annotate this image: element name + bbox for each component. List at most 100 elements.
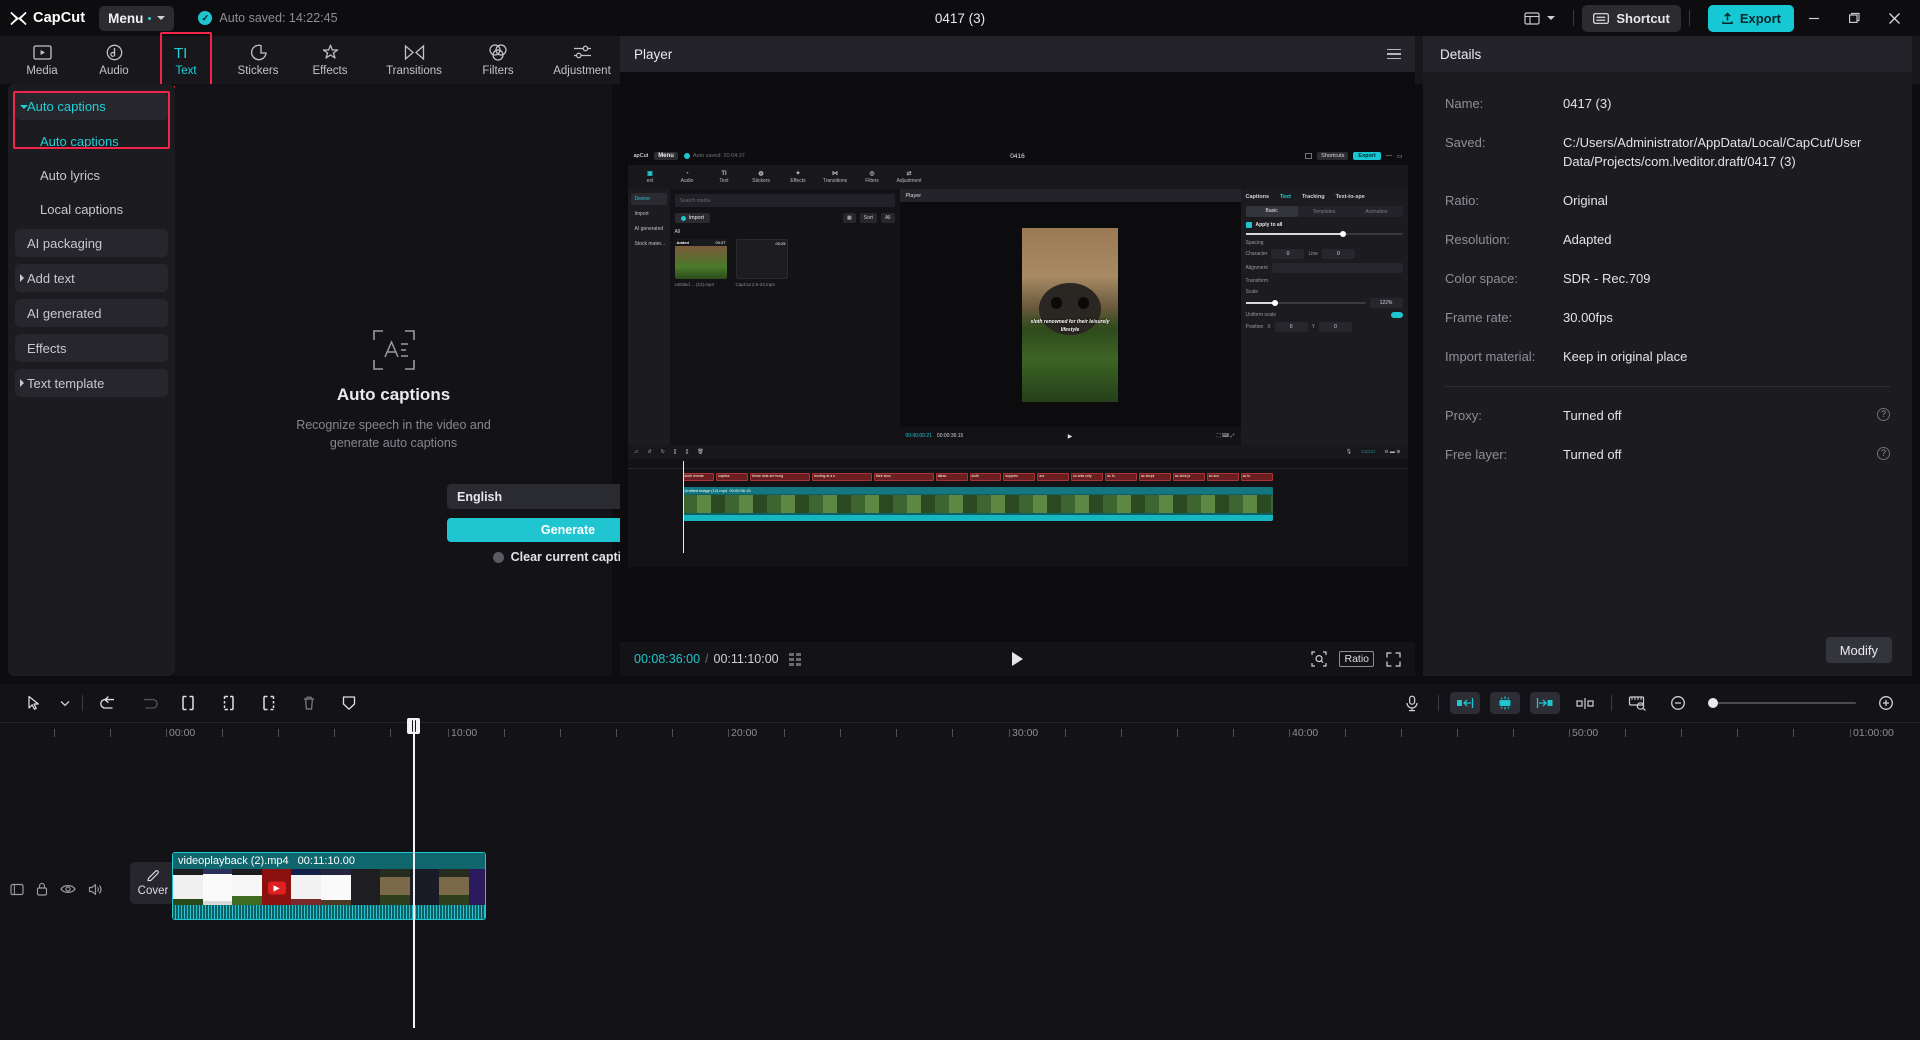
details-row-saved: Saved: C:/Users/Administrator/AppData/Lo… [1445,133,1890,171]
modify-button[interactable]: Modify [1826,637,1892,663]
sidebar-item-auto-lyrics[interactable]: Auto lyrics [15,161,168,189]
clear-captions-radio[interactable] [493,552,504,563]
details-row-proxy: Proxy: Turned off ? [1445,406,1890,425]
app-logo: CapCut [10,10,85,26]
sidebar-item-local-captions[interactable]: Local captions [15,195,168,223]
frame-grid-icon[interactable] [789,653,801,666]
sidebar-item-ai-packaging[interactable]: AI packaging [15,229,168,257]
clip-header: videoplayback (2).mp4 00:11:10.00 [173,853,485,869]
sidebar-item-label: Local captions [40,202,123,217]
nested-playhead [683,461,684,553]
split-right-icon[interactable] [249,684,289,722]
app-name: CapCut [33,10,85,26]
ruler-tick: 10:00 [451,727,477,739]
title-bar: CapCut Menu ✓ Auto saved: 14:22:45 0417 … [0,0,1920,36]
nested-spacing-row: Character 0 Line 0 [1246,249,1403,259]
undo-icon[interactable] [89,684,129,722]
nested-play-icon: ▶ [900,433,1241,440]
maximize-button[interactable] [1834,0,1874,36]
sidebar-item-auto-captions[interactable]: Auto captions [15,127,168,155]
freeze-icon[interactable] [329,684,369,722]
media-icon [33,43,52,63]
zoom-out-icon[interactable] [1658,684,1698,722]
export-label: Export [1740,11,1781,26]
tool-dropdown-icon[interactable] [54,684,76,722]
shortcut-button[interactable]: Shortcut [1582,5,1680,32]
nested-media-caption: Untitled ... (12).mp4 [675,282,727,287]
nested-import-button: Import [675,213,711,223]
snap-left-icon[interactable] [1450,692,1480,714]
tab-media[interactable]: Media [6,38,78,82]
select-tool-icon[interactable] [14,684,54,722]
effects-icon [321,43,340,63]
zoom-slider[interactable] [1708,702,1856,704]
layout-button[interactable] [1514,4,1565,32]
track-lock-toggle-icon[interactable] [10,883,24,896]
preview-ruler-icon[interactable] [1618,684,1658,722]
ruler-tick: 50:00 [1572,727,1598,739]
fullscreen-icon[interactable] [1386,652,1401,667]
zoom-in-icon[interactable] [1866,684,1906,722]
nested-character-value: 0 [1271,249,1304,259]
details-value: Keep in original place [1563,347,1890,366]
nested-color-slider [1246,233,1403,235]
sidebar-item-auto-captions-group[interactable]: Auto captions [15,92,168,120]
delete-icon[interactable] [289,684,329,722]
nested-player: Player sloth renowned for their leisurel… [900,189,1241,445]
volume-icon[interactable] [88,883,103,896]
snap-right-icon[interactable] [1530,692,1560,714]
tab-audio[interactable]: Audio [78,38,150,82]
tab-stickers[interactable]: Stickers [222,38,294,82]
help-icon[interactable]: ? [1877,408,1890,421]
close-button[interactable] [1874,0,1914,36]
tab-effects[interactable]: Effects [294,38,366,82]
chevron-right-icon [20,379,24,387]
timeline-clip[interactable]: videoplayback (2).mp4 00:11:10.00 ▶ [172,852,486,920]
chevron-down-icon [1547,16,1555,20]
tab-filters[interactable]: Filters [462,38,534,82]
ratio-button[interactable]: Ratio [1339,651,1374,667]
play-icon[interactable] [1012,652,1023,666]
tab-text[interactable]: TI Text [150,38,222,82]
nested-search-input: Search media [675,194,895,207]
filters-icon [488,43,508,63]
nested-sort-button: Sort [860,213,877,223]
split-left-icon[interactable] [169,684,209,722]
check-icon: ✓ [198,11,212,25]
microphone-icon[interactable] [1392,684,1432,722]
zoom-slider-knob[interactable] [1708,698,1718,708]
sidebar-item-add-text[interactable]: Add text [15,264,168,292]
nested-line-label: Line [1308,251,1317,257]
menu-button[interactable]: Menu [99,6,174,31]
clip-thumb [469,869,485,907]
sidebar-item-text-template[interactable]: Text template [15,369,168,397]
snap-center-icon[interactable] [1490,692,1520,714]
timeline-ruler[interactable]: 00:00 10:00 20:00 30:00 40:00 50:00 01:0… [0,722,1920,744]
nested-inspector-tabs: Captions Text Tracking Text-to-spe [1246,194,1403,200]
sidebar-item-ai-generated[interactable]: AI generated [15,299,168,327]
nested-delete-icon: 🗑 [697,449,703,455]
help-icon[interactable]: ? [1877,447,1890,460]
export-button[interactable]: Export [1708,5,1794,32]
sidebar-item-effects[interactable]: Effects [15,334,168,362]
crop-icon[interactable] [1311,651,1327,667]
cover-button[interactable]: Cover [130,862,176,904]
eye-icon[interactable] [60,883,76,895]
tab-transitions[interactable]: Transitions [366,38,462,82]
hamburger-icon[interactable] [1387,49,1401,60]
nested-media-caption: CapCut 2.6-23.mp4 [736,282,788,287]
mirror-icon[interactable] [1565,684,1605,722]
minimize-button[interactable] [1794,0,1834,36]
transitions-icon [404,43,425,63]
lock-icon[interactable] [36,882,48,896]
svg-text:TI: TI [174,45,187,61]
tab-adjustment[interactable]: Adjustment [534,38,630,82]
details-key: Name: [1445,94,1563,113]
details-key: Color space: [1445,269,1563,288]
details-value: Adapted [1563,230,1890,249]
nested-timeline: ▱ ↺ ↻ ][ ][ 🗑 🎙 ▭▭▭ ⊖ ▬ ⊕ sloth remote c… [628,445,1408,567]
nested-media-item: 00:25 CapCut 2.6-23.mp4 [736,239,788,287]
nested-sidebar-item: Stock mater... [631,238,667,250]
sidebar-item-label: AI generated [27,306,101,321]
split-icon[interactable] [209,684,249,722]
